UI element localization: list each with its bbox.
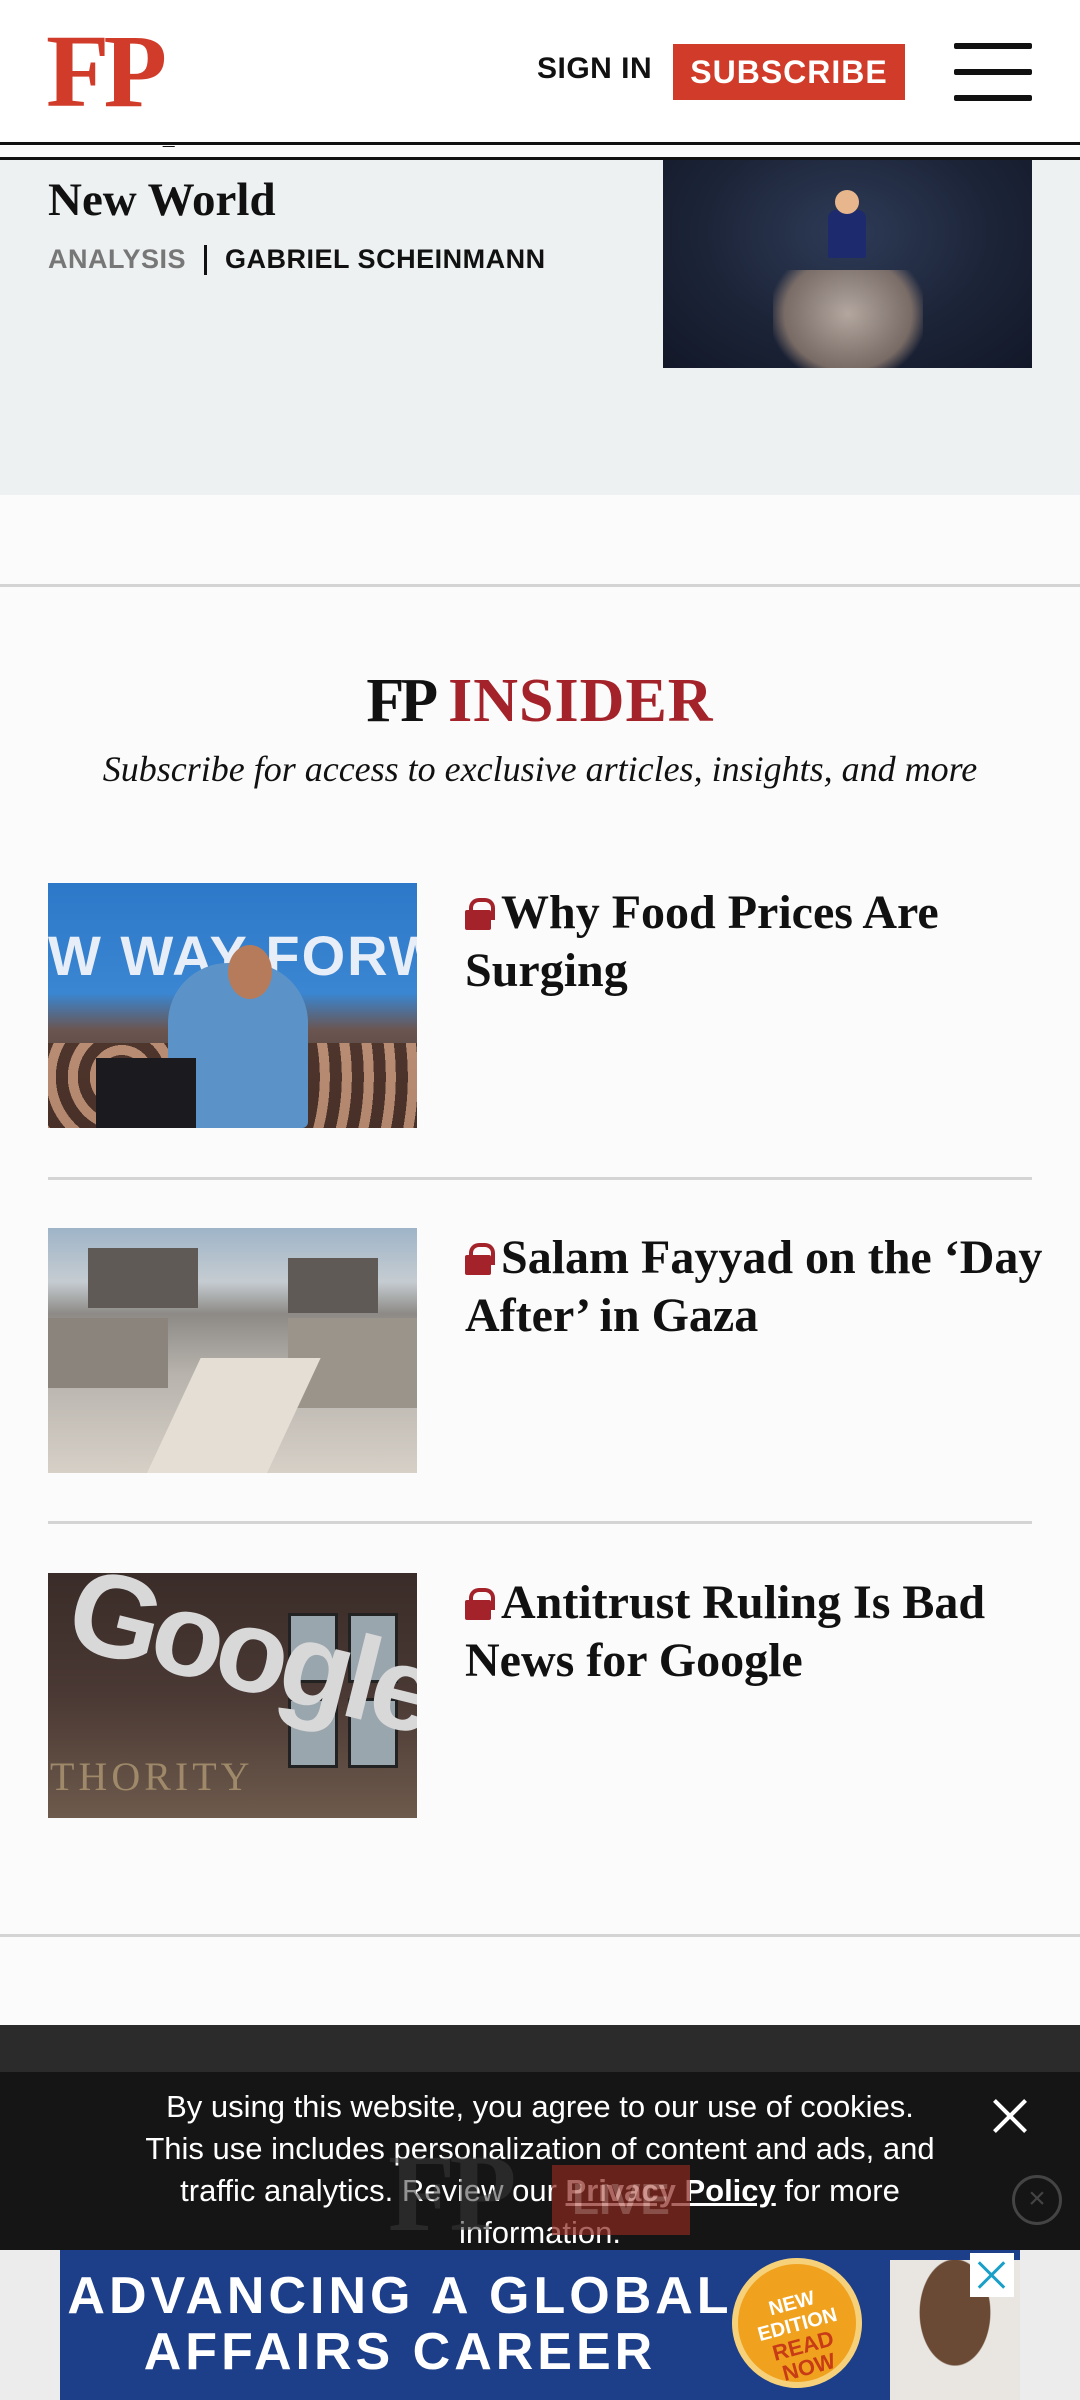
image-google-text: Google — [55, 1573, 417, 1760]
article-kind-label: ANALYSIS — [48, 244, 187, 274]
ad-close-icon[interactable] — [970, 2253, 1014, 2297]
close-icon[interactable] — [990, 2096, 1030, 2136]
list-divider — [48, 1521, 1032, 1524]
header-rule-bottom — [0, 157, 1080, 160]
fp-live-logo: FP — [388, 2132, 516, 2254]
subscribe-button[interactable]: SUBSCRIBE — [673, 44, 905, 100]
lock-icon — [465, 1243, 495, 1275]
lock-icon — [465, 898, 495, 930]
section-divider — [0, 584, 1080, 587]
dismiss-circle-icon[interactable]: × — [1012, 2175, 1062, 2225]
header-rule — [0, 142, 1080, 145]
insider-subtitle: Subscribe for access to exclusive articl… — [102, 749, 978, 789]
advertisement-banner[interactable]: ADVANCING A GLOBAL AFFAIRS CAREER NEW ED… — [60, 2250, 1020, 2400]
sign-in-link[interactable]: SIGN IN — [537, 52, 652, 86]
insider-item-title[interactable]: Why Food Prices Are Surging — [465, 884, 1045, 1000]
author-link[interactable]: GABRIEL SCHEINMANN — [225, 244, 546, 275]
insider-item-title[interactable]: Salam Fayyad on the ‘Day After’ in Gaza — [465, 1229, 1045, 1345]
insider-fp-mark: FP — [366, 667, 438, 735]
image-sub-text: THORITY — [50, 1754, 254, 1799]
meta-separator — [204, 244, 208, 275]
cookie-text: By using this website, you agree to our … — [145, 2089, 935, 2250]
insider-word: INSIDER — [448, 667, 714, 735]
section-divider — [0, 1934, 1080, 1937]
insider-item-image[interactable] — [48, 1228, 417, 1473]
top-article-meta: ANALYSIS GABRIEL SCHEINMANN — [48, 244, 546, 275]
list-divider — [48, 1177, 1032, 1180]
ad-headline-line: AFFAIRS CAREER — [143, 2323, 657, 2381]
ad-headline-line: ADVANCING A GLOBAL — [67, 2267, 733, 2325]
lock-icon — [465, 1588, 495, 1620]
insider-item-title[interactable]: Antitrust Ruling Is Bad News for Google — [465, 1574, 1045, 1690]
fp-live-badge: LIVE — [552, 2165, 690, 2235]
insider-item-image[interactable]: W WAY FORWA — [48, 883, 417, 1128]
top-article-image[interactable] — [663, 160, 1032, 368]
top-article-title[interactable]: New World — [48, 170, 276, 230]
insider-item-image[interactable]: Google THORITY — [48, 1573, 417, 1818]
ad-badge: NEW EDITION READ NOW — [717, 2250, 877, 2400]
cookie-banner: By using this website, you agree to our … — [0, 2072, 1080, 2250]
insider-heading: FP INSIDER — [0, 670, 1080, 732]
hamburger-menu-icon[interactable] — [954, 43, 1032, 101]
site-header: FP SIGN IN SUBSCRIBE — [0, 0, 1080, 146]
fp-logo[interactable]: FP — [46, 20, 167, 124]
